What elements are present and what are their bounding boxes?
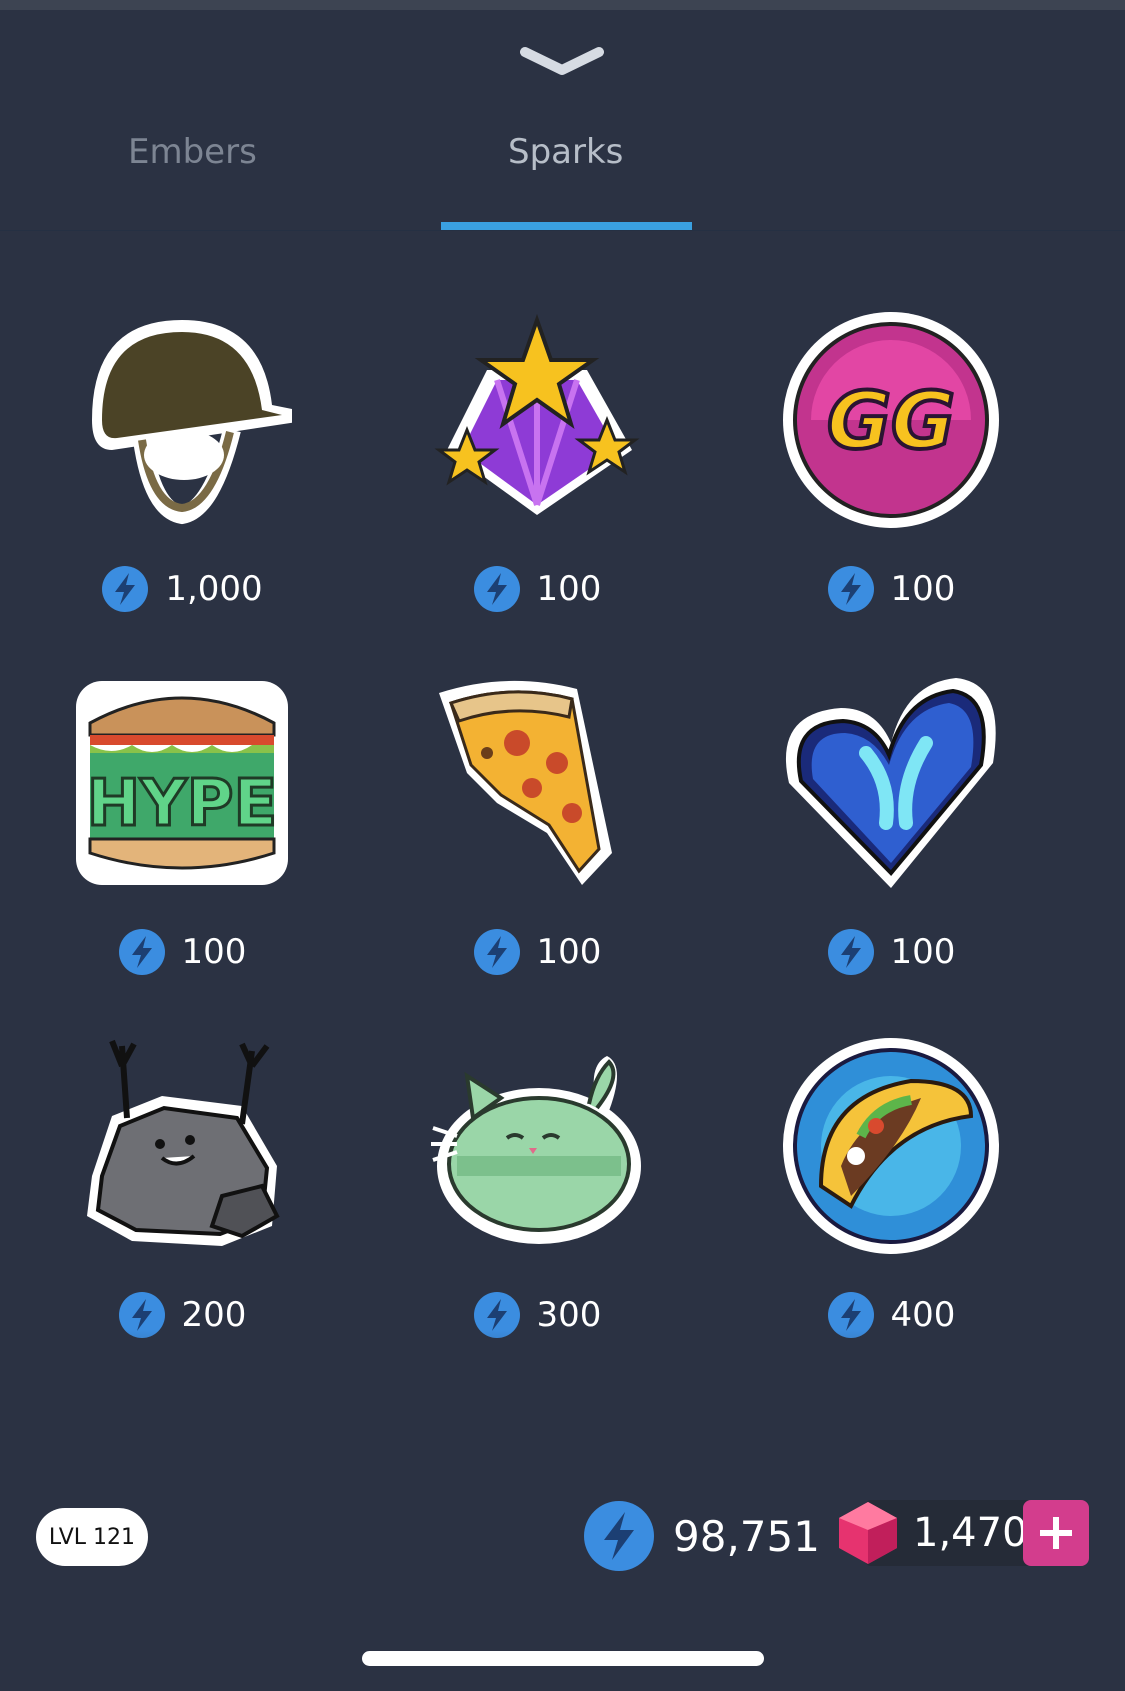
sticker-item-pizza[interactable]: 100 bbox=[417, 673, 657, 993]
price-amount: 400 bbox=[890, 1295, 956, 1335]
spark-bolt-icon bbox=[584, 1501, 654, 1571]
xbox-heart-sticker-icon bbox=[785, 678, 996, 888]
home-indicator[interactable] bbox=[362, 1651, 764, 1666]
top-strip bbox=[0, 0, 1125, 10]
spark-bolt-icon bbox=[473, 566, 520, 612]
tab-active-underline bbox=[441, 222, 692, 230]
taco-badge-sticker-icon bbox=[783, 1038, 999, 1254]
sticker-item-stars[interactable]: 100 bbox=[417, 310, 657, 630]
price-amount: 100 bbox=[181, 932, 247, 972]
tab-sparks[interactable]: Sparks bbox=[508, 132, 623, 172]
sticker-item-gg[interactable]: GG 100 bbox=[771, 310, 1011, 630]
svg-text:HYPE: HYPE bbox=[87, 767, 278, 841]
price-row: 1,000 bbox=[62, 565, 302, 613]
sticker-item-macaron-cat[interactable]: 300 bbox=[417, 1036, 657, 1356]
stars-burst-sticker-icon bbox=[434, 313, 640, 515]
price-amount: 200 bbox=[181, 1295, 247, 1335]
price-amount: 1,000 bbox=[165, 569, 263, 609]
price-row: 100 bbox=[62, 928, 302, 976]
svg-text:GG: GG bbox=[827, 377, 955, 467]
chevron-down-icon[interactable] bbox=[519, 42, 605, 78]
level-badge[interactable]: LVL 121 bbox=[36, 1508, 148, 1566]
spark-bolt-icon bbox=[118, 929, 165, 975]
grid-fade-overlay bbox=[0, 1330, 1125, 1490]
sticker-grid: 1,000 100 GG 100 HYPE 100 100 100 200 30… bbox=[0, 310, 1125, 1460]
add-gems-button[interactable] bbox=[1023, 1500, 1089, 1566]
tab-embers[interactable]: Embers bbox=[128, 132, 257, 172]
hype-sandwich-sticker-icon: HYPE bbox=[76, 681, 288, 885]
gems-balance: 1,470 bbox=[835, 1500, 1090, 1566]
gg-badge-sticker-icon: GG bbox=[783, 312, 999, 528]
tab-bar: Embers Sparks bbox=[0, 110, 1125, 231]
sticker-item-hype[interactable]: HYPE 100 bbox=[62, 673, 302, 993]
price-row: 100 bbox=[417, 928, 657, 976]
spark-bolt-icon bbox=[827, 566, 874, 612]
sticker-item-rock[interactable]: 200 bbox=[62, 1036, 302, 1356]
sticker-item-helmet[interactable]: 1,000 bbox=[62, 310, 302, 630]
price-row: 100 bbox=[771, 565, 1011, 613]
price-row: 100 bbox=[771, 928, 1011, 976]
sticker-item-taco[interactable]: 400 bbox=[771, 1036, 1011, 1356]
sparks-balance-amount: 98,751 bbox=[673, 1511, 820, 1561]
price-amount: 300 bbox=[536, 1295, 602, 1335]
helmet-sticker-icon bbox=[92, 320, 292, 525]
bottom-bar: LVL 121 98,751 1,470 bbox=[0, 1470, 1125, 1590]
plus-icon bbox=[1040, 1517, 1072, 1549]
spark-bolt-icon bbox=[473, 929, 520, 975]
gems-balance-amount: 1,470 bbox=[913, 1510, 1028, 1556]
sparks-balance: 98,751 bbox=[583, 1500, 820, 1572]
price-row: 100 bbox=[417, 565, 657, 613]
price-amount: 100 bbox=[536, 569, 602, 609]
spark-bolt-icon bbox=[827, 929, 874, 975]
price-amount: 100 bbox=[536, 932, 602, 972]
price-amount: 100 bbox=[890, 932, 956, 972]
pizza-slice-sticker-icon bbox=[439, 680, 612, 885]
price-amount: 100 bbox=[890, 569, 956, 609]
gem-icon bbox=[839, 1502, 897, 1564]
rock-cheer-sticker-icon bbox=[87, 1039, 280, 1246]
spark-bolt-icon bbox=[102, 566, 149, 612]
macaron-cat-sticker-icon bbox=[431, 1056, 641, 1244]
sticker-item-xbox-heart[interactable]: 100 bbox=[771, 673, 1011, 993]
